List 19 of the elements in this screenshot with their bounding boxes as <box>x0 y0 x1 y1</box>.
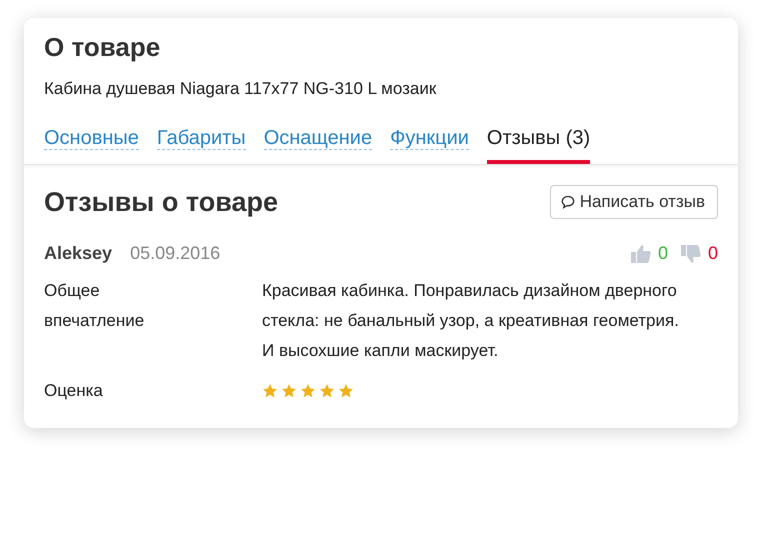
reviews-title: Отзывы о товаре <box>44 186 278 218</box>
dislikes-count: 0 <box>708 243 718 264</box>
section-title: О товаре <box>44 32 162 63</box>
thumbs-up-icon[interactable] <box>630 244 652 264</box>
tab[interactable]: Отзывы (3) <box>486 127 590 164</box>
field-label: Оценка <box>44 380 104 402</box>
field-label: Общее впечатление <box>44 280 146 332</box>
thumbs-down-icon[interactable] <box>680 244 702 264</box>
review-author: Aleksey <box>44 243 112 264</box>
tab[interactable]: Габариты <box>156 127 246 164</box>
tab[interactable]: Оснащение <box>264 127 372 164</box>
review-text: Красивая кабинка. Понравилась дизайном дверного стекла: не банальный узор, а креативная геометрия. И высохшие капли маскирует. <box>262 280 680 362</box>
write-review-button[interactable]: Написать отзыв <box>550 185 718 219</box>
tab[interactable]: Основные <box>44 127 139 164</box>
review-date: 05.09.2016 <box>130 243 220 264</box>
product-name: Кабина душевая Niagara 117x77 NG-310 L мозаик <box>44 79 438 99</box>
speech-bubble-icon <box>560 195 575 209</box>
likes-count: 0 <box>658 243 668 264</box>
tab[interactable]: Функции <box>390 127 469 164</box>
